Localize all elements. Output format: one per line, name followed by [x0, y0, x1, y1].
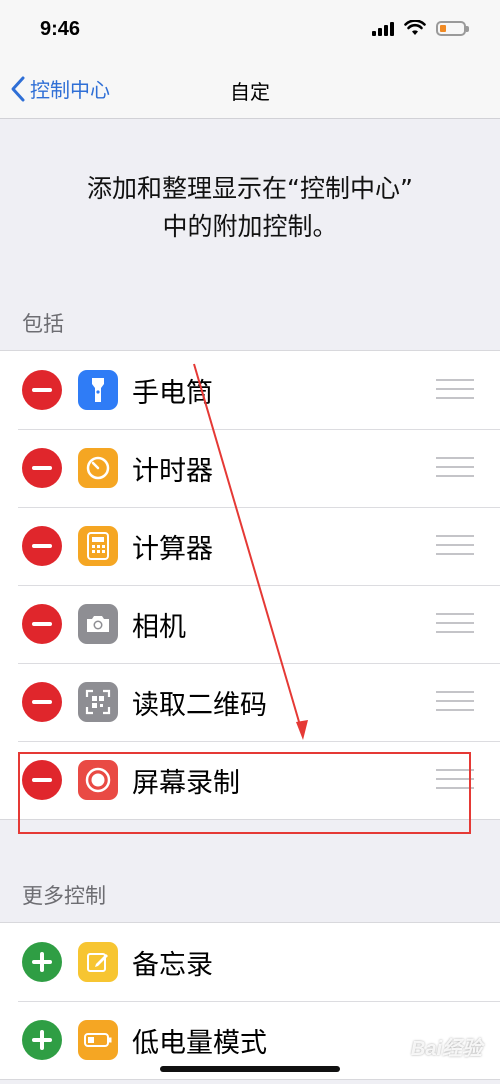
- item-label: 屏幕录制: [132, 768, 240, 799]
- reorder-handle-icon[interactable]: [436, 457, 474, 479]
- reorder-handle-icon[interactable]: [436, 691, 474, 713]
- low-power-icon: [78, 1020, 118, 1060]
- flashlight-icon: [78, 370, 118, 410]
- status-icons: [372, 20, 469, 36]
- included-list: 手电筒 计时器 计算器 相机 读取二维码 屏幕录制: [0, 350, 500, 820]
- screen-record-icon: [78, 760, 118, 800]
- timer-icon: [78, 448, 118, 488]
- list-item-notes: 备忘录: [0, 923, 500, 1001]
- remove-button[interactable]: [22, 604, 62, 644]
- qr-code-icon: [78, 682, 118, 722]
- notes-icon: [78, 942, 118, 982]
- item-label: 备忘录: [132, 950, 213, 981]
- remove-button[interactable]: [22, 682, 62, 722]
- item-label: 计算器: [132, 534, 213, 565]
- add-button[interactable]: [22, 942, 62, 982]
- watermark: Bai经验: [410, 1038, 482, 1060]
- list-item-calculator: 计算器: [0, 507, 500, 585]
- list-item-qr-reader: 读取二维码: [0, 663, 500, 741]
- list-item-screen-recording: 屏幕录制: [0, 741, 500, 819]
- cellular-signal-icon: [372, 20, 394, 36]
- list-item-flashlight: 手电筒: [0, 351, 500, 429]
- remove-button[interactable]: [22, 526, 62, 566]
- remove-button[interactable]: [22, 760, 62, 800]
- add-button[interactable]: [22, 1020, 62, 1060]
- item-label: 计时器: [132, 456, 213, 487]
- item-label: 相机: [132, 612, 186, 643]
- nav-bar: 控制中心 自定: [0, 62, 500, 119]
- status-bar: 9:46: [0, 0, 500, 62]
- list-item-camera: 相机: [0, 585, 500, 663]
- remove-button[interactable]: [22, 370, 62, 410]
- status-time: 9:46: [40, 18, 81, 40]
- list-item-timer: 计时器: [0, 429, 500, 507]
- section-header-included: 包括: [22, 312, 64, 336]
- page-title: 自定: [230, 80, 270, 104]
- item-label: 读取二维码: [132, 690, 267, 721]
- intro-line-2: 中的附加控制。: [162, 212, 338, 241]
- reorder-handle-icon[interactable]: [436, 379, 474, 401]
- battery-icon: [436, 20, 469, 36]
- intro-description: 添加和整理显示在“控制中心” 中的附加控制。: [0, 170, 500, 246]
- camera-icon: [78, 604, 118, 644]
- reorder-handle-icon[interactable]: [436, 535, 474, 557]
- home-indicator[interactable]: [160, 1066, 340, 1072]
- reorder-handle-icon[interactable]: [436, 769, 474, 791]
- remove-button[interactable]: [22, 448, 62, 488]
- item-label: 手电筒: [132, 378, 213, 409]
- reorder-handle-icon[interactable]: [436, 613, 474, 635]
- intro-line-1: 添加和整理显示在“控制中心”: [87, 174, 413, 203]
- wifi-icon: [404, 20, 426, 35]
- item-label: 低电量模式: [132, 1028, 267, 1059]
- section-header-more: 更多控制: [22, 884, 106, 908]
- calculator-icon: [78, 526, 118, 566]
